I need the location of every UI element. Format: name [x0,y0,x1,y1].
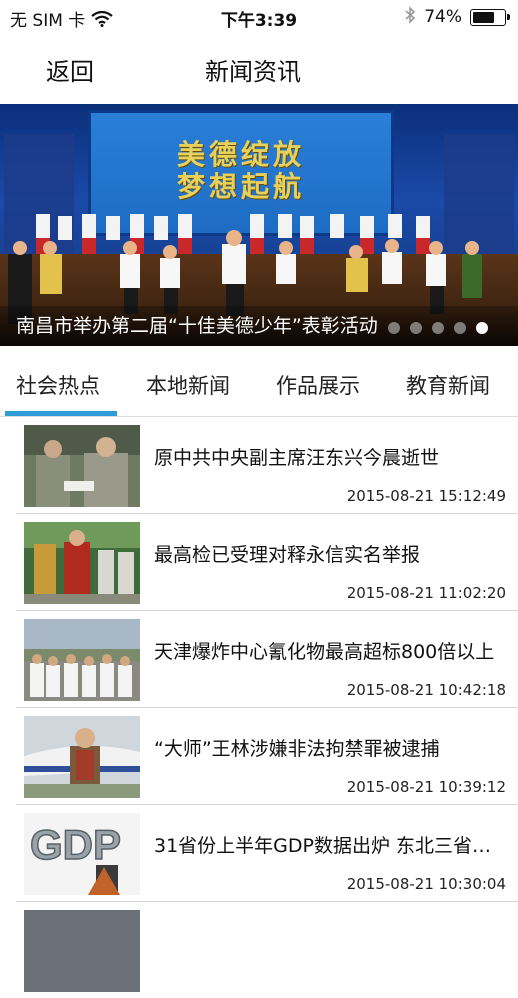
battery-level [473,11,494,23]
carousel-dots[interactable] [388,322,488,334]
news-timestamp: 2015-08-21 15:12:49 [346,487,506,505]
back-button[interactable]: 返回 [46,52,94,87]
status-bar: 无 SIM 卡 下午3:39 74% [0,0,518,34]
tab-works-showcase[interactable]: 作品展示 [276,370,360,400]
news-timestamp: 2015-08-21 10:42:18 [346,681,506,699]
carousel-dot[interactable] [388,322,400,334]
carousel-dot[interactable] [410,322,422,334]
news-title: 天津爆炸中心氰化物最高超标800倍以上 [154,641,495,663]
gdp-thumb-text: GDP [30,821,121,868]
news-timestamp: 2015-08-21 11:02:20 [346,584,506,602]
news-thumbnail [24,910,140,992]
tab-education-news[interactable]: 教育新闻 [406,370,490,400]
news-thumbnail [24,619,140,701]
news-title: 最高检已受理对释永信实名举报 [154,544,421,566]
news-item[interactable]: “大师”王林涉嫌非法拘禁罪被逮捕 2015-08-21 10:39:12 [16,708,518,805]
news-item[interactable]: 原中共中央副主席汪东兴今晨逝世 2015-08-21 15:12:49 [16,417,518,514]
news-title: 31省份上半年GDP数据出炉 东北三省垫底 [154,835,510,857]
news-title: “大师”王林涉嫌非法拘禁罪被逮捕 [154,738,440,760]
banner-caption: 南昌市举办第二届“十佳美德少年”表彰活动 [16,315,378,337]
status-right: 74% [404,6,510,28]
battery-icon [470,8,510,26]
news-timestamp: 2015-08-21 10:30:04 [346,875,506,893]
news-timestamp: 2015-08-21 10:39:12 [346,778,506,796]
news-item[interactable]: GDP 31省份上半年GDP数据出炉 东北三省垫底 2015-08-21 10:… [16,805,518,902]
news-thumbnail: GDP [24,813,140,895]
news-thumbnail [24,522,140,604]
active-tab-indicator [5,411,117,416]
nav-bar: 返回 新闻资讯 [0,34,518,104]
news-thumbnail [24,716,140,798]
banner-carousel[interactable]: 美德绽放 梦想起航 南昌市举办第二届“十佳美德少年”表彰活动 [0,104,518,346]
carousel-dot[interactable] [454,322,466,334]
carousel-dot[interactable] [476,322,488,334]
carousel-dot[interactable] [432,322,444,334]
news-item[interactable]: 最高检已受理对释永信实名举报 2015-08-21 11:02:20 [16,514,518,611]
battery-percent: 74% [424,7,462,27]
bluetooth-icon [404,6,416,28]
news-item[interactable]: 天津爆炸中心氰化物最高超标800倍以上 2015-08-21 10:42:18 [16,611,518,708]
page-title: 新闻资讯 [205,58,301,86]
category-tabs: 社会热点 本地新闻 作品展示 教育新闻 [0,346,518,417]
tab-social-hotspot[interactable]: 社会热点 [16,370,100,400]
news-thumbnail [24,425,140,507]
news-title: 原中共中央副主席汪东兴今晨逝世 [154,447,440,469]
news-item[interactable] [16,902,518,998]
tab-local-news[interactable]: 本地新闻 [146,370,230,400]
banner-caption-bar: 南昌市举办第二届“十佳美德少年”表彰活动 [0,306,518,346]
